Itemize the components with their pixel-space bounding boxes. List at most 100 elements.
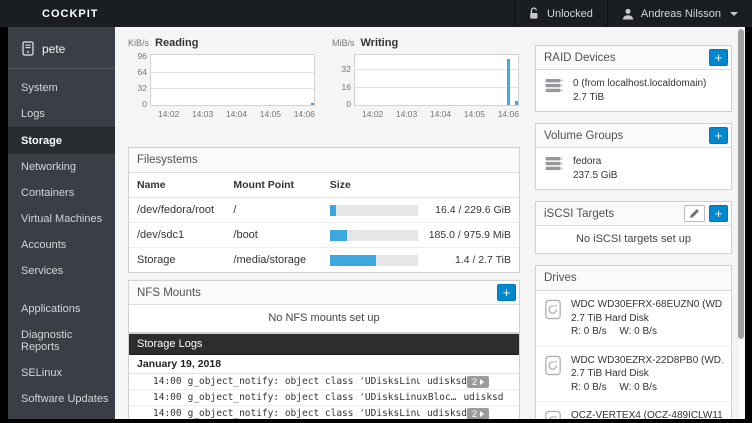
fs-name: Storage xyxy=(129,248,225,273)
x-tick: 14:05 xyxy=(260,109,281,119)
raid-devices-panel: RAID Devices + 0 (from localhost.localdo… xyxy=(535,45,732,112)
host-icon xyxy=(21,41,35,56)
sidebar-item-accounts[interactable]: Accounts xyxy=(8,232,115,258)
add-raid-device-button[interactable]: + xyxy=(709,49,728,66)
volume-group-item[interactable]: fedora 237.5 GiB xyxy=(536,148,731,189)
fs-mount: / xyxy=(225,198,321,223)
filesystem-row[interactable]: Storage /media/storage 1.4 / 2.7 TiB xyxy=(129,248,519,273)
user-name-label: Andreas Nilsson xyxy=(641,8,721,20)
log-count-badge: 2 xyxy=(467,376,489,388)
storage-page: KiB/s Reading 96 64 32 0 14:02 14:03 14:… xyxy=(115,27,745,419)
scrollbar-thumb[interactable] xyxy=(738,29,744,339)
drive-write-rate: W: 0 B/s xyxy=(619,382,657,393)
x-tick: 14:03 xyxy=(396,109,417,119)
expand-arrow-icon xyxy=(480,379,484,385)
reading-series-mark xyxy=(311,103,314,105)
column-mount-point: Mount Point xyxy=(225,173,321,198)
unlock-icon xyxy=(529,7,540,20)
volume-groups-title: Volume Groups xyxy=(544,130,623,142)
sidebar-group-gap xyxy=(8,284,115,296)
raid-device-item[interactable]: 0 (from localhost.localdomain) 2.7 TiB xyxy=(536,70,731,111)
reading-chart-unit: KiB/s xyxy=(128,38,149,48)
sidebar-item-virtual-machines[interactable]: Virtual Machines xyxy=(8,206,115,232)
volume-groups-panel: Volume Groups + fedora 237.5 GiB xyxy=(535,123,732,190)
drive-item[interactable]: WDC WD30EFRX-68EUZN0 (WD… 2.7 TiB Hard D… xyxy=(536,291,731,347)
sidebar-item-diagnostic-reports[interactable]: Diagnostic Reports xyxy=(8,322,115,360)
sidebar-divider xyxy=(8,68,115,69)
filesystem-row[interactable]: /dev/fedora/root / 16.4 / 229.6 GiB xyxy=(129,198,519,223)
y-tick: 96 xyxy=(129,51,147,61)
raid-device-name: 0 (from localhost.localdomain) xyxy=(573,77,706,91)
nfs-mounts-header: NFS Mounts + xyxy=(129,281,519,305)
log-entry[interactable]: 14:00 g_object_notify: object class 'UDi… xyxy=(129,406,519,419)
volume-group-name: fedora xyxy=(573,155,617,169)
write-spike-mark xyxy=(507,59,510,105)
drives-header: Drives xyxy=(536,266,731,291)
log-entry[interactable]: 14:00 g_object_notify: object class 'UDi… xyxy=(129,374,519,390)
log-source: udisksd xyxy=(427,408,467,419)
host-name: pete xyxy=(42,42,65,56)
filesystems-header: Filesystems xyxy=(129,148,519,173)
expand-arrow-icon xyxy=(480,411,484,417)
user-icon xyxy=(622,8,634,20)
sidebar-item-storage[interactable]: Storage xyxy=(8,127,115,154)
x-tick: 14:06 xyxy=(498,109,519,119)
log-entry[interactable]: 14:00 g_object_notify: object class 'UDi… xyxy=(129,390,519,406)
storage-logs-header: Storage Logs xyxy=(129,334,519,355)
cockpit-logo: COCKPIT xyxy=(42,8,99,20)
sidebar-item-system[interactable]: System xyxy=(8,75,115,101)
nfs-empty-message: No NFS mounts set up xyxy=(129,305,519,332)
drive-item[interactable]: WDC WD30EZRX-22D8PB0 (WD… 2.7 TiB Hard D… xyxy=(536,347,731,403)
log-source: udisksd xyxy=(463,392,503,403)
writing-series-mark xyxy=(515,101,518,105)
log-message: g_object_notify: object class 'UDisksLin… xyxy=(188,392,457,403)
log-message: g_object_notify: object class 'UDisksLin… xyxy=(188,408,420,419)
drives-panel: Drives WDC WD30EFRX-68EUZN0 (WD… 2.7 TiB… xyxy=(535,265,732,419)
drive-name: WDC WD30EFRX-68EUZN0 (WD… xyxy=(571,298,723,312)
y-tick: 32 xyxy=(129,83,147,93)
filesystems-panel: Filesystems Name Mount Point Size /dev/f… xyxy=(128,147,520,273)
sidebar-item-applications[interactable]: Applications xyxy=(8,296,115,322)
iscsi-targets-title: iSCSI Targets xyxy=(544,208,614,220)
topbar-right-group: Unlocked Andreas Nilsson xyxy=(514,0,752,27)
sidebar-item-software-updates[interactable]: Software Updates xyxy=(8,386,115,412)
log-time: 14:00 xyxy=(153,408,182,419)
y-tick: 32 xyxy=(333,64,351,74)
drive-item[interactable]: OCZ-VERTEX4 (OCZ-489ICLW11… 238.5 GiB So… xyxy=(536,402,731,419)
add-iscsi-target-button[interactable]: + xyxy=(709,205,728,222)
add-volume-group-button[interactable]: + xyxy=(709,127,728,144)
x-tick: 14:02 xyxy=(158,109,179,119)
vertical-scrollbar[interactable] xyxy=(737,27,745,419)
edit-iscsi-button[interactable] xyxy=(684,205,705,222)
y-tick: 16 xyxy=(333,82,351,92)
log-count-badge: 2 xyxy=(467,408,489,420)
column-name: Name xyxy=(129,173,225,198)
x-tick: 14:02 xyxy=(362,109,383,119)
drive-detail: 2.7 TiB Hard Disk xyxy=(571,367,723,381)
cockpit-window: pete System Logs Storage Networking Cont… xyxy=(8,27,745,419)
user-menu-button[interactable]: Andreas Nilsson xyxy=(607,0,752,27)
x-tick: 14:04 xyxy=(430,109,451,119)
usage-label: 16.4 / 229.6 GiB xyxy=(426,204,511,216)
hard-drive-icon xyxy=(544,409,562,419)
sidebar-item-terminal[interactable]: Terminal xyxy=(8,412,115,419)
add-nfs-mount-button[interactable]: + xyxy=(497,284,516,301)
writing-chart: MiB/s Writing 32 16 0 14:02 14:03 14:04 … xyxy=(332,37,519,119)
reading-chart: KiB/s Reading 96 64 32 0 14:02 14:03 14:… xyxy=(128,37,315,119)
fs-name: /dev/sdc1 xyxy=(129,223,225,248)
sidebar-item-networking[interactable]: Networking xyxy=(8,154,115,180)
usage-bar xyxy=(330,205,418,216)
drive-detail: 2.7 TiB Hard Disk xyxy=(571,312,723,326)
x-tick: 14:05 xyxy=(464,109,485,119)
sidebar-item-services[interactable]: Services xyxy=(8,258,115,284)
iscsi-targets-header: iSCSI Targets + xyxy=(536,202,731,226)
sidebar-item-logs[interactable]: Logs xyxy=(8,101,115,127)
writing-chart-plot: 32 16 0 xyxy=(354,54,519,106)
log-count: 2 xyxy=(472,409,477,419)
filesystem-row[interactable]: /dev/sdc1 /boot 185.0 / 975.9 MiB xyxy=(129,223,519,248)
lock-status-button[interactable]: Unlocked xyxy=(514,0,607,27)
sidebar-item-selinux[interactable]: SELinux xyxy=(8,360,115,386)
filesystems-title: Filesystems xyxy=(137,154,198,166)
sidebar-item-containers[interactable]: Containers xyxy=(8,180,115,206)
host-selector[interactable]: pete xyxy=(8,27,115,68)
